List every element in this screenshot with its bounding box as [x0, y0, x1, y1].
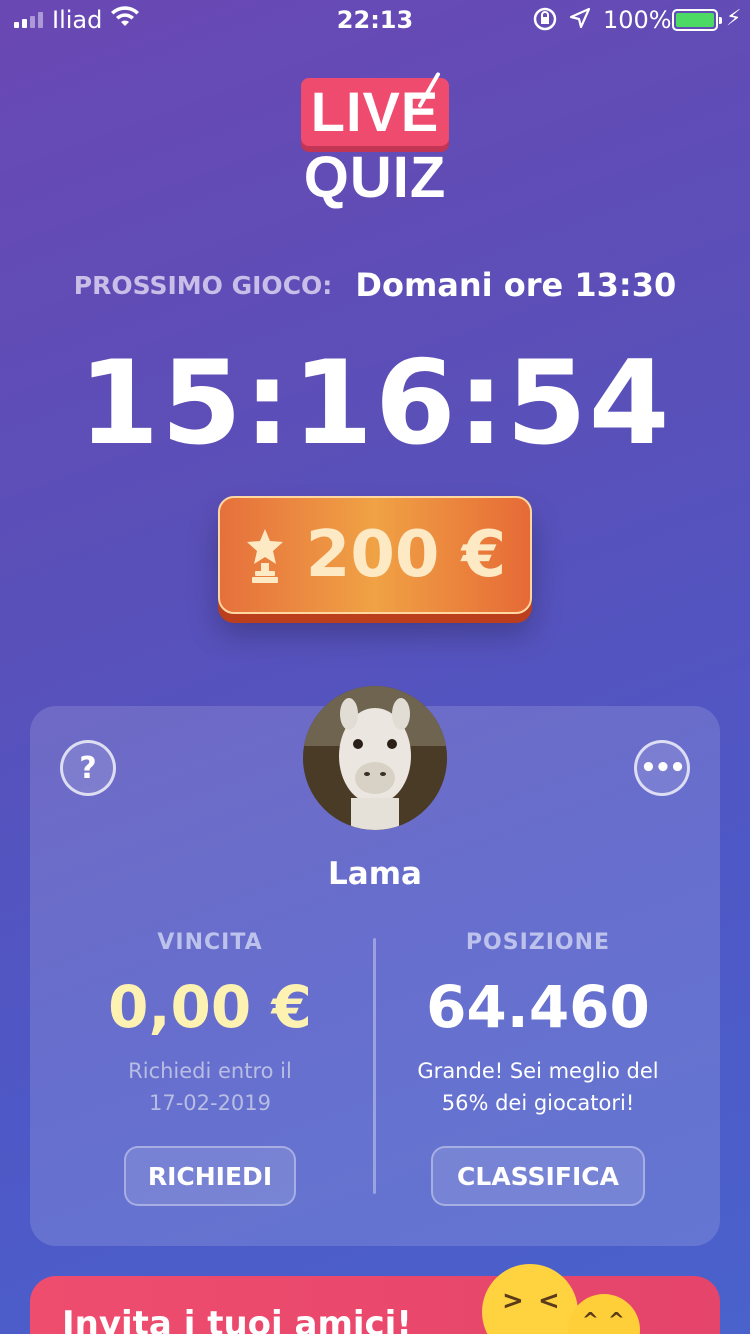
- position-note: Grande! Sei meglio del 56% dei giocatori…: [388, 1055, 688, 1119]
- battery-icon: [672, 9, 722, 31]
- next-game-label: PROSSIMO GIOCO:: [73, 270, 333, 300]
- help-button[interactable]: ?: [60, 740, 116, 796]
- smiling-emoji-icon: ^ ^: [568, 1294, 640, 1334]
- prize-amount: 200 €: [305, 518, 507, 592]
- more-options-button[interactable]: •••: [634, 740, 690, 796]
- next-game-time: Domani ore 13:30: [355, 266, 677, 304]
- status-bar: Iliad 22:13 100% ⚡: [0, 0, 750, 40]
- winnings-label: VINCITA: [157, 930, 263, 955]
- app-logo: LIVE QUIZ: [0, 78, 750, 210]
- position-note-line2: 56% dei giocatori!: [441, 1091, 635, 1115]
- position-label: POSIZIONE: [465, 930, 611, 955]
- claim-button[interactable]: RICHIEDI: [124, 1146, 296, 1206]
- position-note-line1: Grande! Sei meglio del: [417, 1059, 659, 1083]
- laughing-emoji-icon: > <: [482, 1264, 578, 1334]
- divider: [373, 938, 376, 1194]
- position-section: POSIZIONE 64.460 Grande! Sei meglio del …: [388, 930, 688, 1206]
- trophy-icon: [244, 525, 286, 585]
- winnings-note: Richiedi entro il 17-02-2019: [60, 1055, 360, 1119]
- winnings-section: VINCITA 0,00 € Richiedi entro il 17-02-2…: [60, 930, 360, 1206]
- profile-card: ? ••• Lama VINCITA 0,00 € Richiedi entro…: [30, 686, 720, 1246]
- winnings-note-line1: Richiedi entro il: [128, 1059, 292, 1083]
- invite-text: Invita i tuoi amici!: [62, 1304, 412, 1334]
- winnings-value: 0,00 €: [108, 973, 312, 1041]
- leaderboard-button[interactable]: CLASSIFICA: [431, 1146, 645, 1206]
- charging-bolt-icon: ⚡: [726, 6, 742, 31]
- countdown-timer: 15:16:54: [78, 336, 672, 471]
- invite-friends-banner[interactable]: Invita i tuoi amici! > < ^ ^: [30, 1264, 720, 1334]
- winnings-note-line2: 17-02-2019: [148, 1091, 272, 1115]
- username: Lama: [328, 856, 422, 892]
- location-arrow-icon: [568, 6, 592, 36]
- logo-quiz-text: QUIZ: [303, 145, 447, 210]
- question-mark-icon: ?: [79, 750, 97, 786]
- battery-percentage: 100%: [603, 6, 672, 34]
- ellipsis-icon: •••: [640, 753, 686, 783]
- next-game-info: PROSSIMO GIOCO: Domani ore 13:30: [0, 266, 750, 304]
- logo-live-text: LIVE: [300, 78, 450, 146]
- rotation-lock-icon: [532, 6, 558, 38]
- prize-badge: 200 €: [218, 496, 532, 614]
- avatar[interactable]: [303, 686, 447, 830]
- position-value: 64.460: [426, 973, 650, 1041]
